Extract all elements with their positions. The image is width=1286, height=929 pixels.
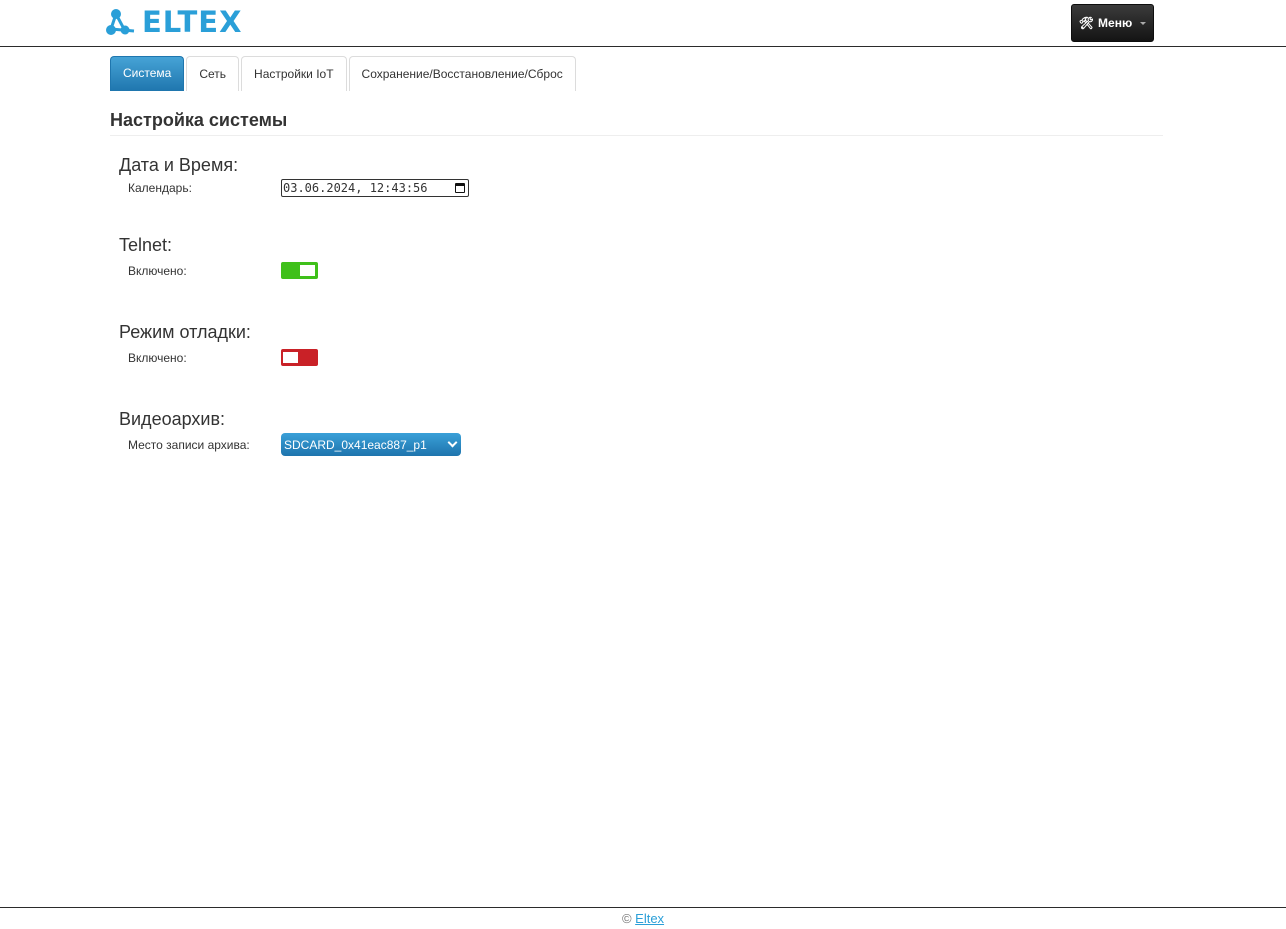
tools-icon: 🛠 <box>1078 16 1095 30</box>
chevron-down-icon <box>447 437 458 448</box>
debug-toggle[interactable] <box>281 349 318 366</box>
debug-heading: Режим отладки: <box>119 322 251 342</box>
telnet-toggle[interactable] <box>281 262 318 279</box>
eltex-link[interactable]: Eltex <box>635 911 664 926</box>
footer: © Eltex <box>0 911 1286 926</box>
tab-iot-settings[interactable]: Настройки IoT <box>241 56 347 91</box>
datetime-heading: Дата и Время: <box>119 155 239 175</box>
toggle-knob <box>283 352 298 363</box>
logo-network-icon <box>106 9 135 35</box>
datetime-input[interactable]: 03.06.2024, 12:43:56 <box>281 179 469 197</box>
debug-enabled-label: Включено: <box>128 351 187 365</box>
calendar-icon[interactable] <box>455 183 465 193</box>
copyright-symbol: © <box>621 911 632 926</box>
archive-location-select[interactable]: SDCARD_0x41eac887_p1 <box>281 433 461 456</box>
datetime-value: 03.06.2024, 12:43:56 <box>283 181 428 195</box>
tab-system[interactable]: Система <box>110 56 185 91</box>
archive-location-label: Место записи архива: <box>128 438 250 452</box>
title-divider <box>110 135 1163 136</box>
tab-backup-restore-reset[interactable]: Сохранение/Восстановление/Сброс <box>348 56 576 91</box>
page-title: Настройка системы <box>110 110 288 130</box>
logo-text: ELTEX <box>142 5 243 39</box>
top-header: ELTEX 🛠 Меню <box>0 0 1286 47</box>
toggle-knob <box>300 265 315 276</box>
calendar-label: Календарь: <box>128 181 192 195</box>
archive-selected-value: SDCARD_0x41eac887_p1 <box>284 437 427 452</box>
menu-label: Меню <box>1098 16 1133 30</box>
menu-button[interactable]: 🛠 Меню <box>1071 4 1154 42</box>
footer-divider <box>0 907 1286 908</box>
archive-heading: Видеоархив: <box>119 409 226 429</box>
eltex-logo[interactable]: ELTEX <box>106 7 242 37</box>
tab-bar: Система Сеть Настройки IoT Сохранение/Во… <box>110 56 576 91</box>
telnet-enabled-label: Включено: <box>128 264 187 278</box>
tab-network[interactable]: Сеть <box>186 56 240 91</box>
telnet-heading: Telnet: <box>119 235 173 255</box>
caret-down-icon <box>1140 21 1147 25</box>
